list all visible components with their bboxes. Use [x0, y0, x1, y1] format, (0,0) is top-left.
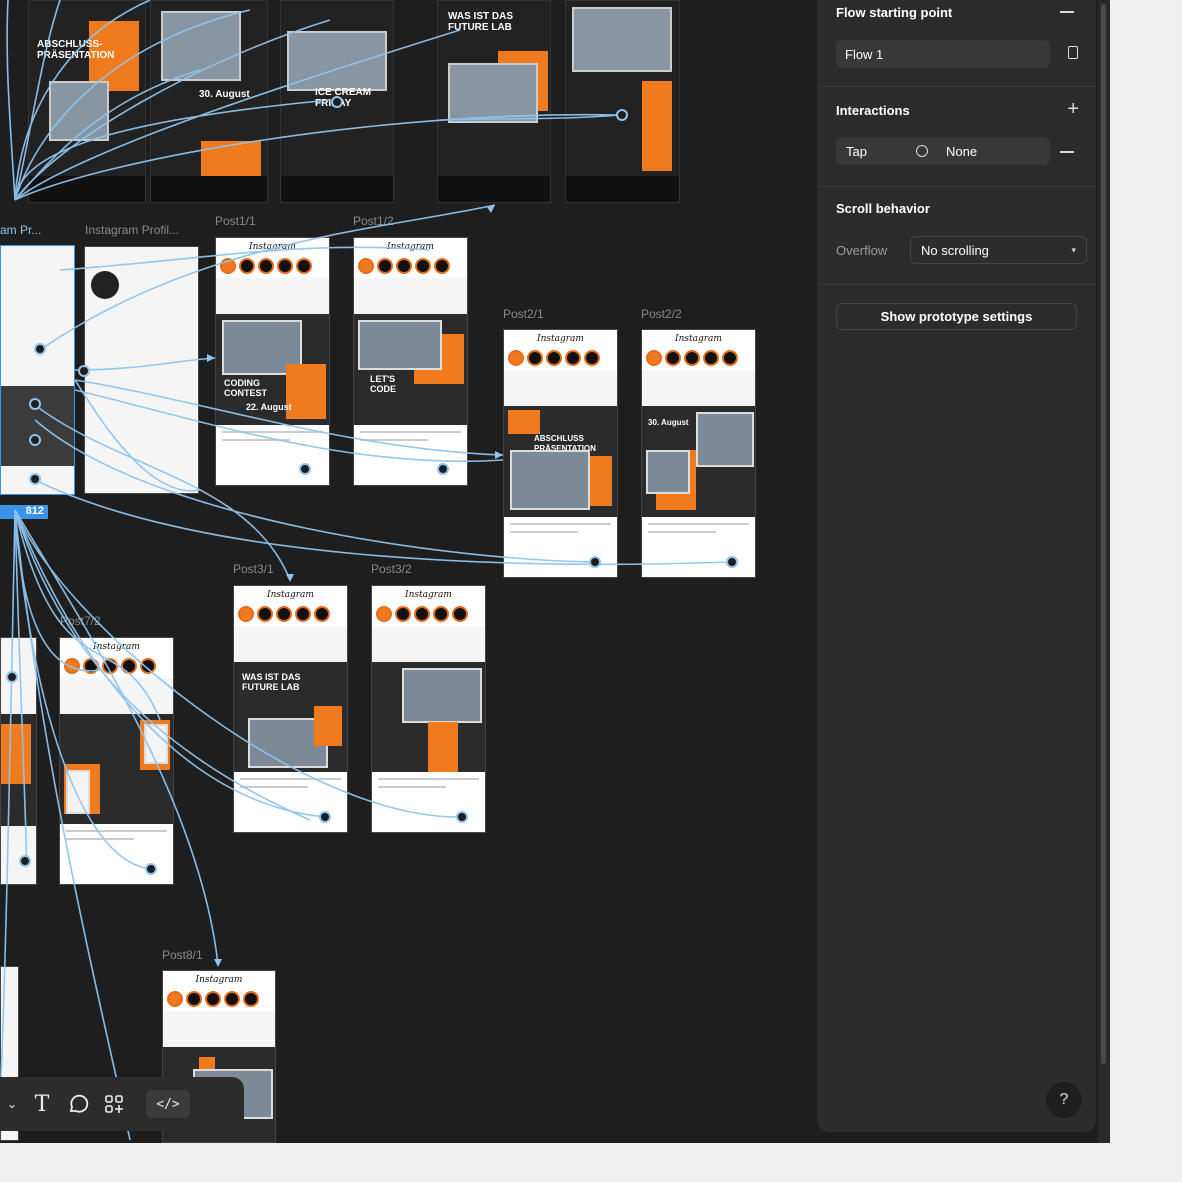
scroll-section: Scroll behavior Overflow No scrolling ▾: [817, 186, 1096, 285]
overflow-label: Overflow: [836, 243, 888, 258]
flow-name-field[interactable]: Flow 1: [836, 40, 1050, 68]
remove-interaction-icon[interactable]: [1060, 151, 1074, 153]
chevron-down-icon: ▾: [1071, 244, 1076, 255]
dev-mode-toggle[interactable]: </>: [146, 1090, 190, 1118]
show-prototype-settings-button[interactable]: Show prototype settings: [836, 303, 1077, 330]
flow-description-icon[interactable]: [1068, 46, 1078, 59]
canvas-scrollbar[interactable]: [1098, 0, 1110, 1143]
show-prototype-settings-label: Show prototype settings: [880, 309, 1033, 324]
overflow-select[interactable]: No scrolling ▾: [910, 236, 1087, 264]
action-label: None: [946, 143, 978, 159]
components-icon[interactable]: [96, 1086, 132, 1122]
remove-flow-icon[interactable]: [1060, 11, 1074, 13]
interactions-title: Interactions: [836, 103, 910, 118]
scrollbar-thumb[interactable]: [1101, 4, 1106, 1064]
chevron-down-icon[interactable]: ⌄: [0, 1086, 24, 1122]
timer-icon: [916, 145, 928, 157]
flow-section: Flow starting point Flow 1: [817, 0, 1096, 87]
text-tool-icon[interactable]: T: [24, 1086, 60, 1122]
trigger-label: Tap: [846, 143, 867, 159]
flow-name: Flow 1: [845, 46, 884, 62]
interaction-row[interactable]: Tap None: [836, 137, 1050, 165]
add-interaction-icon[interactable]: +: [1067, 99, 1079, 119]
interactions-section: Interactions + Tap None: [817, 86, 1096, 187]
flow-section-title: Flow starting point: [836, 5, 953, 20]
prototype-panel: Flow starting point Flow 1 Interactions …: [817, 0, 1096, 1132]
code-icon: </>: [156, 1096, 180, 1112]
help-icon: ?: [1059, 1091, 1069, 1108]
overflow-value: No scrolling: [921, 242, 989, 258]
scroll-behavior-title: Scroll behavior: [836, 201, 930, 216]
canvas-toolbar: ⌄ T </>: [0, 1077, 244, 1131]
comment-icon[interactable]: [60, 1086, 96, 1122]
help-button[interactable]: ?: [1046, 1082, 1082, 1118]
